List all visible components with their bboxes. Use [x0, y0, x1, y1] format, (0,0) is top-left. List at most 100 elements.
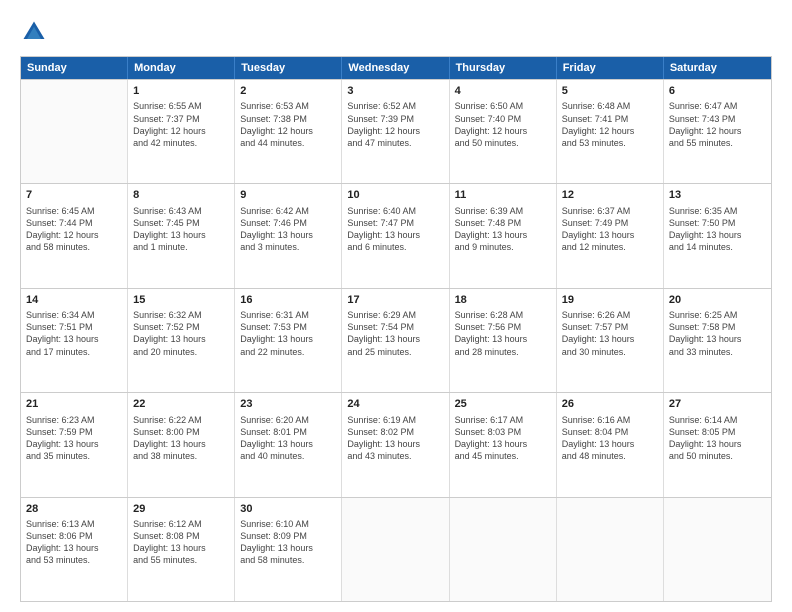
cell-line-2: Daylight: 12 hours: [133, 125, 229, 137]
cell-line-3: and 20 minutes.: [133, 346, 229, 358]
cal-cell-1-6: 13Sunrise: 6:35 AMSunset: 7:50 PMDayligh…: [664, 184, 771, 287]
cell-line-3: and 58 minutes.: [240, 554, 336, 566]
day-number: 9: [240, 188, 336, 203]
cell-line-0: Sunrise: 6:23 AM: [26, 414, 122, 426]
cell-line-2: Daylight: 13 hours: [240, 333, 336, 345]
cell-line-3: and 53 minutes.: [26, 554, 122, 566]
day-number: 27: [669, 397, 766, 412]
day-number: 15: [133, 293, 229, 308]
cell-line-1: Sunset: 8:08 PM: [133, 530, 229, 542]
cal-row-3: 21 Sunrise: 6:23 AMSunset: 7:59 PM Dayligh…: [21, 392, 771, 496]
cell-line-3: and 25 minutes.: [347, 346, 443, 358]
cal-cell-4-2: 30Sunrise: 6:10 AMSunset: 8:09 PMDayligh…: [235, 498, 342, 601]
cell-line-1: Sunset: 7:43 PM: [669, 113, 766, 125]
cell-line-1: Sunset: 7:59 PM: [26, 426, 122, 438]
cal-cell-0-3: 3Sunrise: 6:52 AMSunset: 7:39 PMDaylight…: [342, 80, 449, 183]
cell-line-2: Daylight: 13 hours: [562, 229, 658, 241]
cell-line-2: Daylight: 13 hours: [240, 542, 336, 554]
cell-line-2: Daylight: 13 hours: [347, 229, 443, 241]
cell-line-1: Sunset: 7:38 PM: [240, 113, 336, 125]
cell-line-2: Daylight: 13 hours: [133, 229, 229, 241]
cell-line-2: Daylight: 13 hours: [455, 229, 551, 241]
cell-line-0: Sunrise: 6:16 AM: [562, 414, 658, 426]
cal-cell-2-3: 17Sunrise: 6:29 AMSunset: 7:54 PMDayligh…: [342, 289, 449, 392]
cell-line-0: Sunrise: 6:47 AM: [669, 100, 766, 112]
cell-line-2: Daylight: 13 hours: [455, 438, 551, 450]
day-number: 12: [562, 188, 658, 203]
cell-line-3: and 40 minutes.: [240, 450, 336, 462]
cell-line-0: Sunrise: 6:20 AM: [240, 414, 336, 426]
cal-cell-4-1: 29Sunrise: 6:12 AMSunset: 8:08 PMDayligh…: [128, 498, 235, 601]
cell-line-1: Sunset: 8:02 PM: [347, 426, 443, 438]
cell-line-0: Sunrise: 6:39 AM: [455, 205, 551, 217]
cal-cell-2-6: 20Sunrise: 6:25 AMSunset: 7:58 PMDayligh…: [664, 289, 771, 392]
cell-line-2: Daylight: 13 hours: [133, 542, 229, 554]
calendar-body: 1Sunrise: 6:55 AMSunset: 7:37 PMDaylight…: [21, 79, 771, 601]
cell-line-1: Sunset: 7:44 PM: [26, 217, 122, 229]
cell-line-0: Sunrise: 6:53 AM: [240, 100, 336, 112]
cal-header-friday: Friday: [557, 57, 664, 79]
cell-line-3: and 14 minutes.: [669, 241, 766, 253]
cell-line-0: Sunrise: 6:34 AM: [26, 309, 122, 321]
cell-line-2: Daylight: 13 hours: [347, 438, 443, 450]
cell-line-1: Sunset: 8:09 PM: [240, 530, 336, 542]
cell-line-0: Sunrise: 6:28 AM: [455, 309, 551, 321]
cell-line-2: Daylight: 12 hours: [455, 125, 551, 137]
cell-line-3: and 42 minutes.: [133, 137, 229, 149]
cal-cell-0-4: 4Sunrise: 6:50 AMSunset: 7:40 PMDaylight…: [450, 80, 557, 183]
cell-line-3: and 43 minutes.: [347, 450, 443, 462]
cell-line-1: Sunset: 7:46 PM: [240, 217, 336, 229]
cell-line-0: Sunrise: 6:35 AM: [669, 205, 766, 217]
cell-line-2: Daylight: 12 hours: [669, 125, 766, 137]
cell-line-3: and 30 minutes.: [562, 346, 658, 358]
cell-line-3: and 55 minutes.: [133, 554, 229, 566]
cal-cell-2-4: 18Sunrise: 6:28 AMSunset: 7:56 PMDayligh…: [450, 289, 557, 392]
day-number: 4: [455, 84, 551, 99]
cal-cell-2-2: 16Sunrise: 6:31 AMSunset: 7:53 PMDayligh…: [235, 289, 342, 392]
cell-line-3: and 58 minutes.: [26, 241, 122, 253]
cell-line-1: Sunset: 7:40 PM: [455, 113, 551, 125]
cal-cell-2-1: 15Sunrise: 6:32 AMSunset: 7:52 PMDayligh…: [128, 289, 235, 392]
cell-line-2: Daylight: 13 hours: [669, 438, 766, 450]
day-number: 24: [347, 397, 443, 412]
cal-cell-3-1: 22Sunrise: 6:22 AMSunset: 8:00 PMDayligh…: [128, 393, 235, 496]
cal-cell-3-4: 25Sunrise: 6:17 AMSunset: 8:03 PMDayligh…: [450, 393, 557, 496]
cell-line-0: Sunrise: 6:17 AM: [455, 414, 551, 426]
cell-line-1: Sunset: 8:04 PM: [562, 426, 658, 438]
cell-line-2: Daylight: 12 hours: [240, 125, 336, 137]
cell-line-3: and 45 minutes.: [455, 450, 551, 462]
day-number: 25: [455, 397, 551, 412]
day-number: 19: [562, 293, 658, 308]
cell-line-3: and 22 minutes.: [240, 346, 336, 358]
cell-line-1: Sunset: 7:48 PM: [455, 217, 551, 229]
cell-line-3: and 38 minutes.: [133, 450, 229, 462]
cell-line-1: Sunset: 7:52 PM: [133, 321, 229, 333]
cell-line-3: and 50 minutes.: [455, 137, 551, 149]
header: [20, 18, 772, 46]
cell-line-0: Sunrise: 6:13 AM: [26, 518, 122, 530]
cell-line-1: Sunset: 8:06 PM: [26, 530, 122, 542]
cal-cell-1-1: 8Sunrise: 6:43 AMSunset: 7:45 PMDaylight…: [128, 184, 235, 287]
cell-line-0: Sunrise: 6:26 AM: [562, 309, 658, 321]
cal-cell-2-0: 14Sunrise: 6:34 AMSunset: 7:51 PMDayligh…: [21, 289, 128, 392]
cell-line-1: Sunset: 7:50 PM: [669, 217, 766, 229]
cal-cell-1-3: 10Sunrise: 6:40 AMSunset: 7:47 PMDayligh…: [342, 184, 449, 287]
cell-line-3: and 3 minutes.: [240, 241, 336, 253]
cell-line-0: Sunrise: 6:48 AM: [562, 100, 658, 112]
cell-line-3: and 28 minutes.: [455, 346, 551, 358]
cell-line-1: Sunset: 7:39 PM: [347, 113, 443, 125]
cal-cell-4-4: [450, 498, 557, 601]
cell-line-1: Sunset: 7:41 PM: [562, 113, 658, 125]
day-number: 14: [26, 293, 122, 308]
day-number: 13: [669, 188, 766, 203]
day-number: 21: [26, 397, 122, 412]
cal-cell-0-2: 2Sunrise: 6:53 AMSunset: 7:38 PMDaylight…: [235, 80, 342, 183]
cell-line-2: Daylight: 13 hours: [669, 333, 766, 345]
cell-line-0: Sunrise: 6:22 AM: [133, 414, 229, 426]
cal-cell-3-3: 24Sunrise: 6:19 AMSunset: 8:02 PMDayligh…: [342, 393, 449, 496]
cal-cell-4-3: [342, 498, 449, 601]
cell-line-2: Daylight: 13 hours: [562, 333, 658, 345]
cell-line-0: Sunrise: 6:10 AM: [240, 518, 336, 530]
cell-line-1: Sunset: 7:57 PM: [562, 321, 658, 333]
logo-icon: [20, 18, 48, 46]
